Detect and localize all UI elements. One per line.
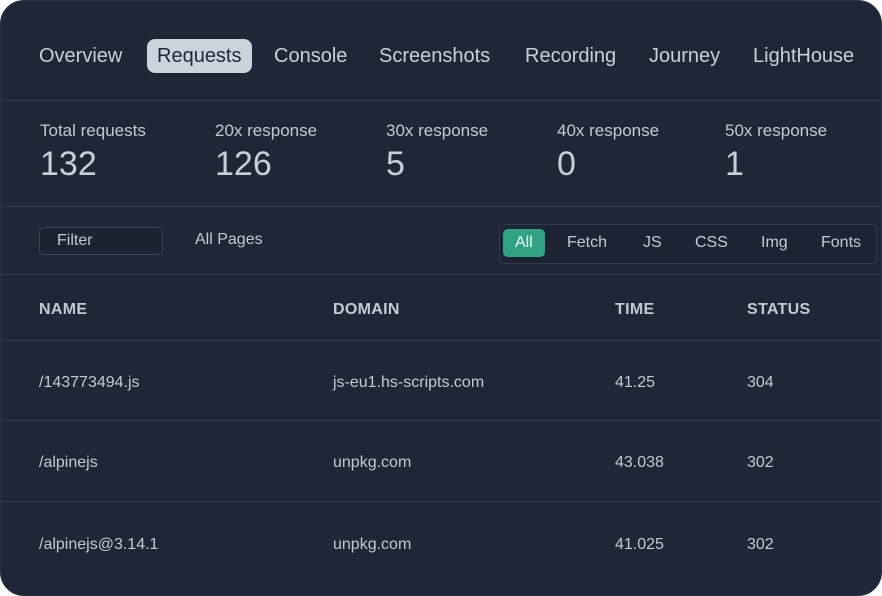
stat-30x-response: 30x response 5 <box>386 121 488 184</box>
tab-journey[interactable]: Journey <box>649 39 720 73</box>
cell-status: 302 <box>747 454 774 471</box>
tab-recording[interactable]: Recording <box>525 39 616 73</box>
stat-20x-response: 20x response 126 <box>215 121 317 184</box>
column-header-status[interactable]: STATUS <box>747 301 810 319</box>
column-header-time[interactable]: TIME <box>615 301 654 319</box>
stat-label: 40x response <box>557 121 660 140</box>
cell-status: 302 <box>747 536 774 553</box>
stat-value: 0 <box>557 145 576 183</box>
stat-value: 5 <box>386 145 405 183</box>
type-filter-fonts[interactable]: Fonts <box>821 234 861 252</box>
type-filter-js[interactable]: JS <box>643 234 662 252</box>
stat-label: 50x response <box>725 121 828 140</box>
column-header-name[interactable]: NAME <box>39 301 87 319</box>
column-header-domain[interactable]: DOMAIN <box>333 301 400 319</box>
cell-domain: unpkg.com <box>333 454 412 471</box>
stat-value: 1 <box>725 145 744 183</box>
stat-label: 20x response <box>215 121 318 140</box>
table-header: NAME DOMAIN TIME STATUS <box>1 275 881 341</box>
stat-label: 30x response <box>386 121 489 140</box>
stat-40x-response: 40x response 0 <box>557 121 659 184</box>
cell-domain: unpkg.com <box>333 536 412 553</box>
cell-name: /143773494.js <box>39 374 140 391</box>
table-row[interactable]: /143773494.js js-eu1.hs-scripts.com 41.2… <box>1 341 881 421</box>
cell-time: 41.25 <box>615 374 656 391</box>
stat-50x-response: 50x response 1 <box>725 121 827 184</box>
tab-lighthouse[interactable]: LightHouse <box>753 39 854 73</box>
type-filter-img[interactable]: Img <box>761 234 788 252</box>
tab-requests[interactable]: Requests <box>147 39 252 73</box>
type-filter-all[interactable]: All <box>503 229 545 257</box>
cell-domain: js-eu1.hs-scripts.com <box>333 374 485 391</box>
filter-input[interactable] <box>39 227 163 255</box>
cell-name: /alpinejs@3.14.1 <box>39 536 159 553</box>
requests-panel: Overview Requests Console Screenshots Re… <box>0 0 882 596</box>
tab-bar: Overview Requests Console Screenshots Re… <box>1 1 881 101</box>
stat-value: 126 <box>215 145 272 183</box>
table-row[interactable]: /alpinejs@3.14.1 unpkg.com 41.025 302 <box>1 502 881 582</box>
stats-bar: Total requests 132 20x response 126 30x … <box>1 101 881 207</box>
stat-label: Total requests <box>40 121 146 140</box>
table-row[interactable]: /alpinejs unpkg.com 43.038 302 <box>1 422 881 502</box>
tab-overview[interactable]: Overview <box>39 39 122 73</box>
cell-status: 304 <box>747 374 774 391</box>
type-filter-fetch[interactable]: Fetch <box>567 234 607 252</box>
filter-bar: All Pages All Fetch JS CSS Img Fonts <box>1 207 881 275</box>
resource-type-group: All Fetch JS CSS Img Fonts <box>499 224 877 264</box>
stat-value: 132 <box>40 145 97 183</box>
tab-screenshots[interactable]: Screenshots <box>379 39 490 73</box>
cell-time: 43.038 <box>615 454 664 471</box>
stat-total-requests: Total requests 132 <box>40 121 146 184</box>
cell-name: /alpinejs <box>39 454 98 471</box>
cell-time: 41.025 <box>615 536 664 553</box>
type-filter-css[interactable]: CSS <box>695 234 728 252</box>
tab-console[interactable]: Console <box>274 39 347 73</box>
pages-select[interactable]: All Pages <box>195 231 263 249</box>
